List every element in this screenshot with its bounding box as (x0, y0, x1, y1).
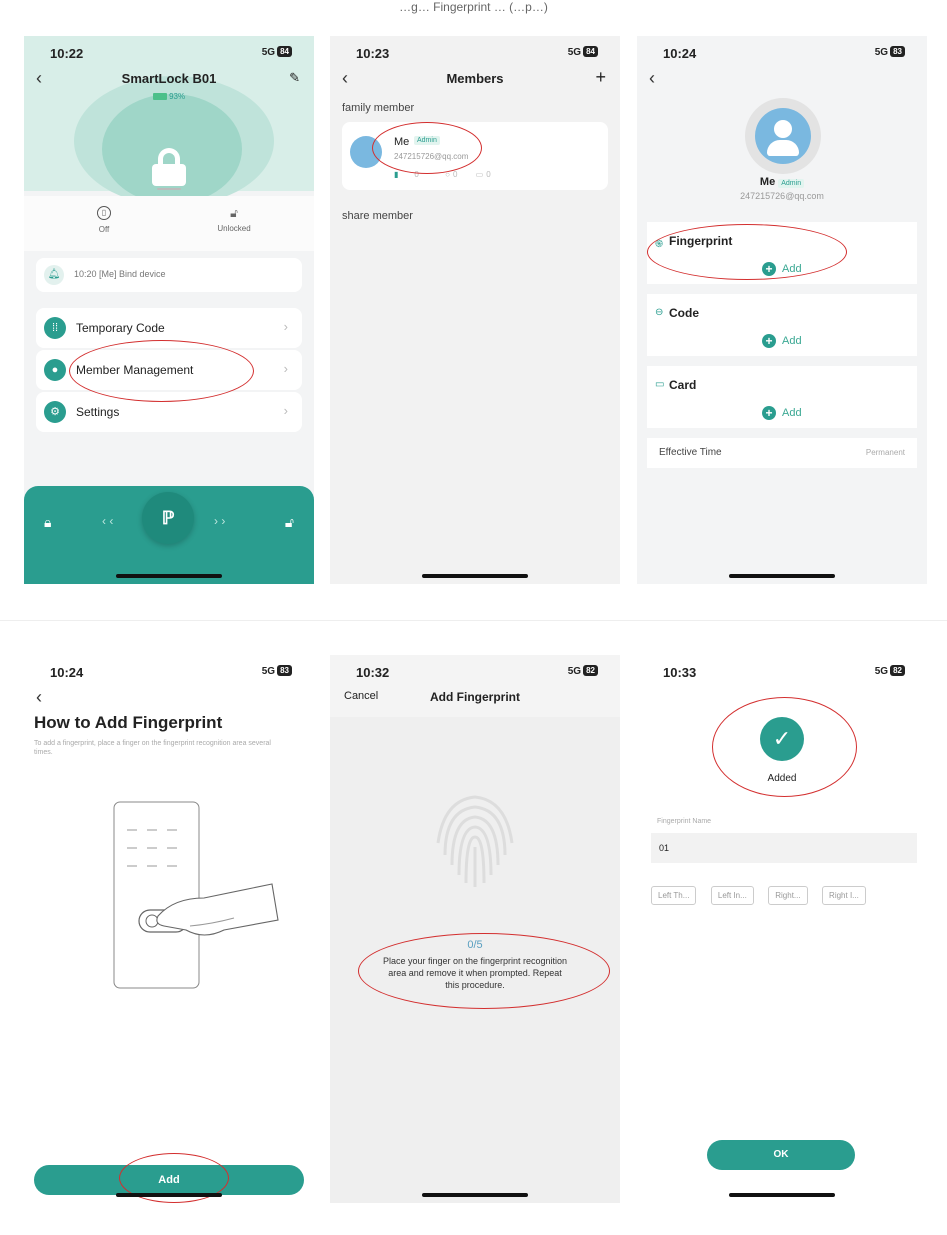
status-bar: 10:22 5G 84 (24, 44, 314, 64)
battery-indicator: 93% (24, 92, 314, 101)
status-bar: 10:33 5G 82 (637, 663, 927, 683)
code-section: ⊖ Code + Add (647, 294, 917, 356)
cancel-button[interactable]: Cancel (344, 690, 378, 702)
chevron-right-icon: › › (214, 514, 226, 528)
unlock-icon: 🔓︎ (230, 206, 238, 220)
fingerprint-icon (436, 795, 514, 887)
add-member-icon[interactable]: + (595, 67, 606, 88)
stat-off: ▯ Off (97, 206, 111, 234)
lock-illustration (113, 801, 279, 989)
section-share: share member (342, 210, 413, 222)
stat-unlocked: 🔓︎ Unlocked (204, 206, 264, 233)
signal-indicator: 5G 84 (262, 46, 292, 58)
status-bar: 10:32 5G 82 (330, 663, 620, 683)
section-family: family member (342, 102, 415, 114)
chip-right-index[interactable]: Right I... (822, 886, 866, 905)
chip-left-thumb[interactable]: Left Th... (651, 886, 697, 905)
lock-icon: 🔒︎ (44, 514, 52, 530)
status-bar: 10:24 5G 83 (24, 663, 314, 683)
page-title: Members (446, 71, 504, 86)
slider-key-button[interactable]: ℙ (142, 492, 194, 544)
card-icon: ▭ (655, 379, 665, 390)
bell-icon: 🔔︎ (44, 265, 64, 285)
annotation-circle (712, 697, 857, 797)
chevron-right-icon: › (283, 319, 288, 334)
card-count-icon: ▭ (475, 170, 484, 179)
annotation-circle (647, 224, 847, 280)
avatar (745, 98, 821, 174)
page-title: Add Fingerprint (430, 690, 520, 704)
page-title: SmartLock B01 (121, 71, 217, 86)
log-row[interactable]: 🔔︎ 10:20 [Me] Bind device (36, 258, 302, 292)
unlock-slider[interactable]: 🔒︎ ‹ ‹ ℙ › › 🔓︎ (24, 486, 314, 584)
annotation-circle (372, 122, 482, 174)
screen-fingerprint-added: 10:33 5G 82 ✓ Added Fingerprint Name 01 L… (637, 655, 927, 1203)
power-icon: ▯ (97, 206, 111, 220)
chip-left-index[interactable]: Left In... (710, 886, 754, 905)
admin-badge: Admin (778, 179, 805, 188)
chevron-left-icon: ‹ ‹ (102, 514, 114, 528)
fingerprint-count-icon: ▮ (394, 170, 399, 179)
code-icon: ⊖ (655, 307, 664, 318)
finger-chip-group: Left Th... Left In... Right... Right I..… (651, 885, 866, 905)
fingerprint-name-field[interactable]: 01 (651, 833, 917, 863)
screen-how-to-add: 10:24 5G 83 ‹ How to Add Fingerprint To a… (24, 655, 314, 1203)
back-icon[interactable]: ‹ (649, 68, 655, 88)
add-code-button[interactable]: + Add (762, 334, 802, 348)
page-title: How to Add Fingerprint (34, 713, 223, 732)
add-card-button[interactable]: + Add (762, 406, 802, 420)
screen-member-detail: 10:24 5G 83 ‹ Me Admin 247215726@qq.com ֍… (637, 36, 927, 584)
effective-time-row[interactable]: Effective Time Permanent (647, 438, 917, 468)
annotation-circle (358, 933, 610, 1009)
person-icon: ● (44, 359, 66, 381)
chevron-right-icon: › (283, 403, 288, 418)
divider (0, 620, 947, 621)
lock-graphic-icon (144, 148, 194, 188)
screen-add-fingerprint: 10:32 5G 82 Cancel Add Fingerprint 0/5 Pl… (330, 655, 620, 1203)
chip-right[interactable]: Right... (768, 886, 808, 905)
grid-icon: ⁞⁞ (44, 317, 66, 339)
page-description: To add a fingerprint, place a finger on … (34, 740, 271, 756)
screen-lock-home: 10:22 5G 84 ‹ SmartLock B01 ✎ 93% ▯ Off 🔓… (24, 36, 314, 584)
annotation-circle (69, 340, 254, 402)
figure-caption: …g… Fingerprint … (…p…) (399, 0, 548, 14)
edit-icon[interactable]: ✎ (289, 70, 300, 86)
ok-button[interactable]: OK (707, 1140, 855, 1170)
status-bar: 10:23 5G 84 (330, 44, 620, 64)
chevron-right-icon: › (283, 361, 288, 376)
status-bar: 10:24 5G 83 (637, 44, 927, 64)
card-section: ▭ Card + Add (647, 366, 917, 428)
screen-members: 10:23 5G 84 ‹ Members + family member Me … (330, 36, 620, 584)
back-icon[interactable]: ‹ (36, 687, 42, 707)
status-time: 10:22 (50, 46, 84, 61)
gear-icon: ⚙ (44, 401, 66, 423)
unlock-icon: 🔓︎ (284, 514, 294, 530)
